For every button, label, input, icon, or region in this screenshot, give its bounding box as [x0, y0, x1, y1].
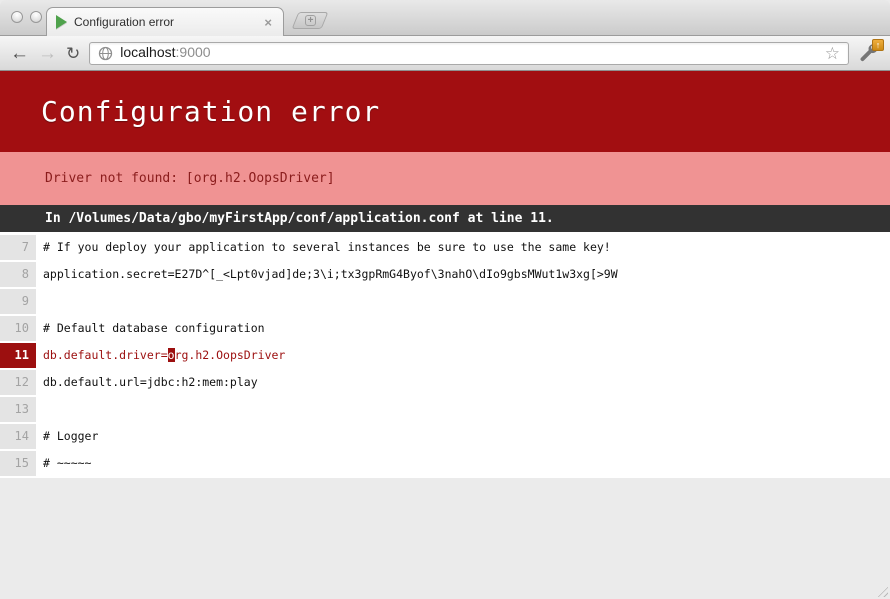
plus-icon: + [305, 15, 316, 26]
window-close-button[interactable] [11, 11, 23, 23]
line-number: 8 [0, 262, 36, 287]
line-text: # Logger [36, 424, 890, 449]
line-text: db.default.driver=org.h2.OopsDriver [36, 343, 890, 368]
line-text [36, 289, 890, 314]
code-line: 14# Logger [0, 424, 890, 449]
tab-close-icon[interactable]: × [262, 15, 274, 30]
back-button[interactable]: ← [10, 44, 29, 63]
line-number: 10 [0, 316, 36, 341]
line-number: 11 [0, 343, 36, 368]
update-badge: ↑ [872, 39, 884, 51]
code-line: 8application.secret=E27D^[_<Lpt0vjad]de;… [0, 262, 890, 287]
page-title: Configuration error [0, 71, 890, 152]
line-text: db.default.url=jdbc:h2:mem:play [36, 370, 890, 395]
line-number: 15 [0, 451, 36, 476]
code-line: 15# ~~~~~ [0, 451, 890, 476]
code-listing: 7# If you deploy your application to sev… [0, 232, 890, 478]
line-text [36, 397, 890, 422]
reload-button[interactable]: ↻ [66, 45, 80, 62]
error-page: Configuration error Driver not found: [o… [0, 71, 890, 599]
tab-strip: Configuration error × + [0, 0, 890, 36]
wrench-menu-button[interactable]: ↑ [858, 42, 880, 64]
code-line: 7# If you deploy your application to sev… [0, 235, 890, 260]
play-favicon-icon [56, 15, 67, 29]
line-number: 13 [0, 397, 36, 422]
browser-window: Configuration error × + ← → ↻ localhost:… [0, 0, 890, 599]
code-line: 10# Default database configuration [0, 316, 890, 341]
url-host: localhost [120, 44, 175, 60]
line-text: # If you deploy your application to seve… [36, 235, 890, 260]
line-number: 7 [0, 235, 36, 260]
url-text: localhost:9000 [120, 44, 210, 62]
address-bar[interactable]: localhost:9000 ☆ [89, 42, 849, 65]
globe-icon [98, 46, 113, 61]
line-number: 9 [0, 289, 36, 314]
line-text: # ~~~~~ [36, 451, 890, 476]
line-text: # Default database configuration [36, 316, 890, 341]
forward-button[interactable]: → [38, 44, 57, 63]
error-marker: o [168, 348, 175, 362]
error-message: Driver not found: [org.h2.OopsDriver] [0, 152, 890, 205]
line-text: application.secret=E27D^[_<Lpt0vjad]de;3… [36, 262, 890, 287]
line-number: 14 [0, 424, 36, 449]
window-minimize-button[interactable] [30, 11, 42, 23]
code-line: 12db.default.url=jdbc:h2:mem:play [0, 370, 890, 395]
url-port: :9000 [176, 44, 211, 60]
bookmark-star-icon[interactable]: ☆ [825, 45, 840, 62]
code-line: 9 [0, 289, 890, 314]
tab-configuration-error[interactable]: Configuration error × [46, 7, 284, 36]
code-line: 11db.default.driver=org.h2.OopsDriver [0, 343, 890, 368]
content-area [0, 478, 890, 599]
resize-grip-icon[interactable] [875, 584, 888, 597]
code-line: 13 [0, 397, 890, 422]
line-number: 12 [0, 370, 36, 395]
error-location: In /Volumes/Data/gbo/myFirstApp/conf/app… [0, 205, 890, 232]
tab-title: Configuration error [74, 15, 262, 29]
new-tab-button[interactable]: + [292, 12, 329, 29]
browser-toolbar: ← → ↻ localhost:9000 ☆ ↑ [0, 36, 890, 71]
